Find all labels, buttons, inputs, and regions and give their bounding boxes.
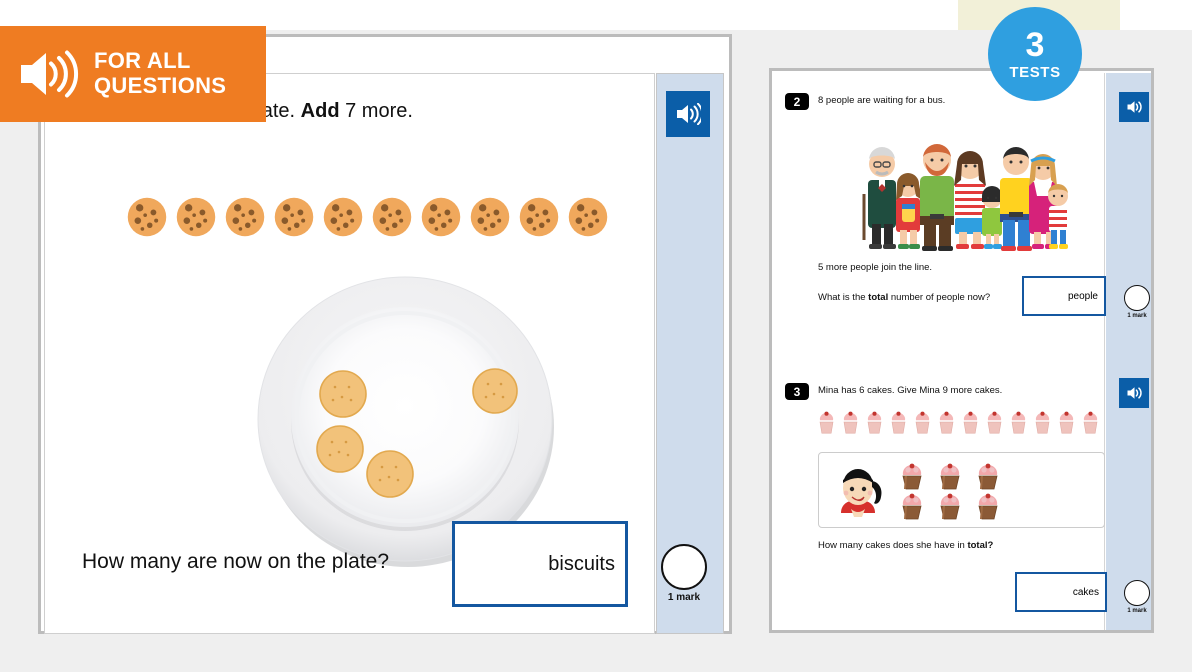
question-2-line2: 5 more people join the line. xyxy=(818,262,933,273)
mark-label: 1 mark xyxy=(667,592,701,603)
mark-indicator-q3: 1 mark xyxy=(1122,580,1152,614)
girl-illustration xyxy=(841,469,882,517)
cookie-icon xyxy=(421,197,461,237)
answer-input-biscuits[interactable]: biscuits xyxy=(452,521,628,607)
audio-play-button-q2[interactable] xyxy=(1118,91,1150,123)
cupcake-icon xyxy=(902,493,922,520)
answer-input-cakes[interactable]: cakes xyxy=(1015,572,1107,612)
cupcake-icon xyxy=(1035,411,1050,434)
cupcake-icon xyxy=(902,463,922,490)
question-3-line2: How many cakes does she have in total? xyxy=(818,540,994,551)
cookie-icon xyxy=(470,197,510,237)
mark-label: 1 mark xyxy=(1127,313,1147,319)
cupcake-icon xyxy=(940,493,960,520)
mark-indicator-q2: 1 mark xyxy=(1122,285,1152,319)
question-2-line3: What is the total number of people now? xyxy=(818,292,991,303)
cupcake-icon xyxy=(915,411,930,434)
cookie-icon xyxy=(568,197,608,237)
question-number-2: 2 xyxy=(785,93,809,110)
banner-line-2: QUESTIONS xyxy=(94,73,227,98)
speaker-icon xyxy=(677,103,701,125)
biscuit xyxy=(319,370,367,418)
cupcake-icon xyxy=(1059,411,1074,434)
answer-input-people[interactable]: people xyxy=(1022,276,1106,316)
person-striped-woman xyxy=(954,151,986,249)
cookie-icon xyxy=(127,197,167,237)
cupcake-icon xyxy=(987,411,1002,434)
cookie-icon xyxy=(274,197,314,237)
banner-line-1: FOR ALL xyxy=(94,48,191,74)
mark-indicator-q1: 1 mark xyxy=(660,544,708,603)
mark-circle xyxy=(1124,580,1150,606)
cupcake-icon xyxy=(843,411,858,434)
question-2-prompt: 8 people are waiting for a bus. xyxy=(818,95,946,106)
person-bearded-man xyxy=(920,144,954,251)
biscuit xyxy=(366,450,414,498)
speaker-icon xyxy=(1127,101,1142,113)
person-small-boy xyxy=(1048,184,1068,249)
mark-circle xyxy=(661,544,707,590)
tests-count-badge: 3 TESTS xyxy=(988,7,1082,101)
cupcake-icon xyxy=(978,463,998,490)
speaker-icon xyxy=(1127,387,1142,399)
cupcake-icon xyxy=(963,411,978,434)
question-3-prompt: Mina has 6 cakes. Give Mina 9 more cakes… xyxy=(818,385,1003,396)
right-audio-rail xyxy=(1106,73,1151,630)
cupcake-icon xyxy=(1011,411,1026,434)
left-bottom-question: How many are now on the plate? xyxy=(82,550,390,573)
cupcake-icon xyxy=(1083,411,1098,434)
speaker-icon xyxy=(21,50,78,98)
answer-unit-label: biscuits xyxy=(548,552,615,575)
mina-cakes-box xyxy=(818,452,1105,528)
biscuit xyxy=(316,425,364,473)
cupcake-icon xyxy=(891,411,906,434)
badge-number: 3 xyxy=(1025,25,1045,64)
mark-circle xyxy=(1124,285,1150,311)
cupcake-icon xyxy=(867,411,882,434)
cookie-row xyxy=(125,195,610,239)
cookie-icon xyxy=(176,197,216,237)
cupcake-icon xyxy=(978,493,998,520)
audio-play-button-q1[interactable] xyxy=(665,90,711,138)
mark-label: 1 mark xyxy=(1127,608,1147,614)
cookie-icon xyxy=(225,197,265,237)
answer-unit-label: people xyxy=(1067,290,1098,302)
badge-label: TESTS xyxy=(1009,63,1061,81)
cookie-icon xyxy=(323,197,363,237)
for-all-questions-banner: FOR ALL QUESTIONS xyxy=(0,26,266,122)
biscuit xyxy=(472,368,518,414)
cookie-icon xyxy=(519,197,559,237)
person-grandpa xyxy=(862,147,896,249)
question-number-3: 3 xyxy=(785,383,809,400)
banner-text: FOR ALL QUESTIONS xyxy=(94,49,226,98)
cupcake-row xyxy=(815,410,1102,436)
answer-unit-label: cakes xyxy=(1072,586,1099,598)
cupcake-icon xyxy=(819,411,834,434)
person-girl-backpack xyxy=(896,173,922,249)
person-yellow-shirt-man xyxy=(1000,147,1032,251)
cupcake-icon xyxy=(940,463,960,490)
family-group-illustration xyxy=(852,128,1068,252)
cupcake-icon xyxy=(939,411,954,434)
cupcake-grid xyxy=(895,462,1009,522)
audio-play-button-q3[interactable] xyxy=(1118,377,1150,409)
cookie-icon xyxy=(372,197,412,237)
